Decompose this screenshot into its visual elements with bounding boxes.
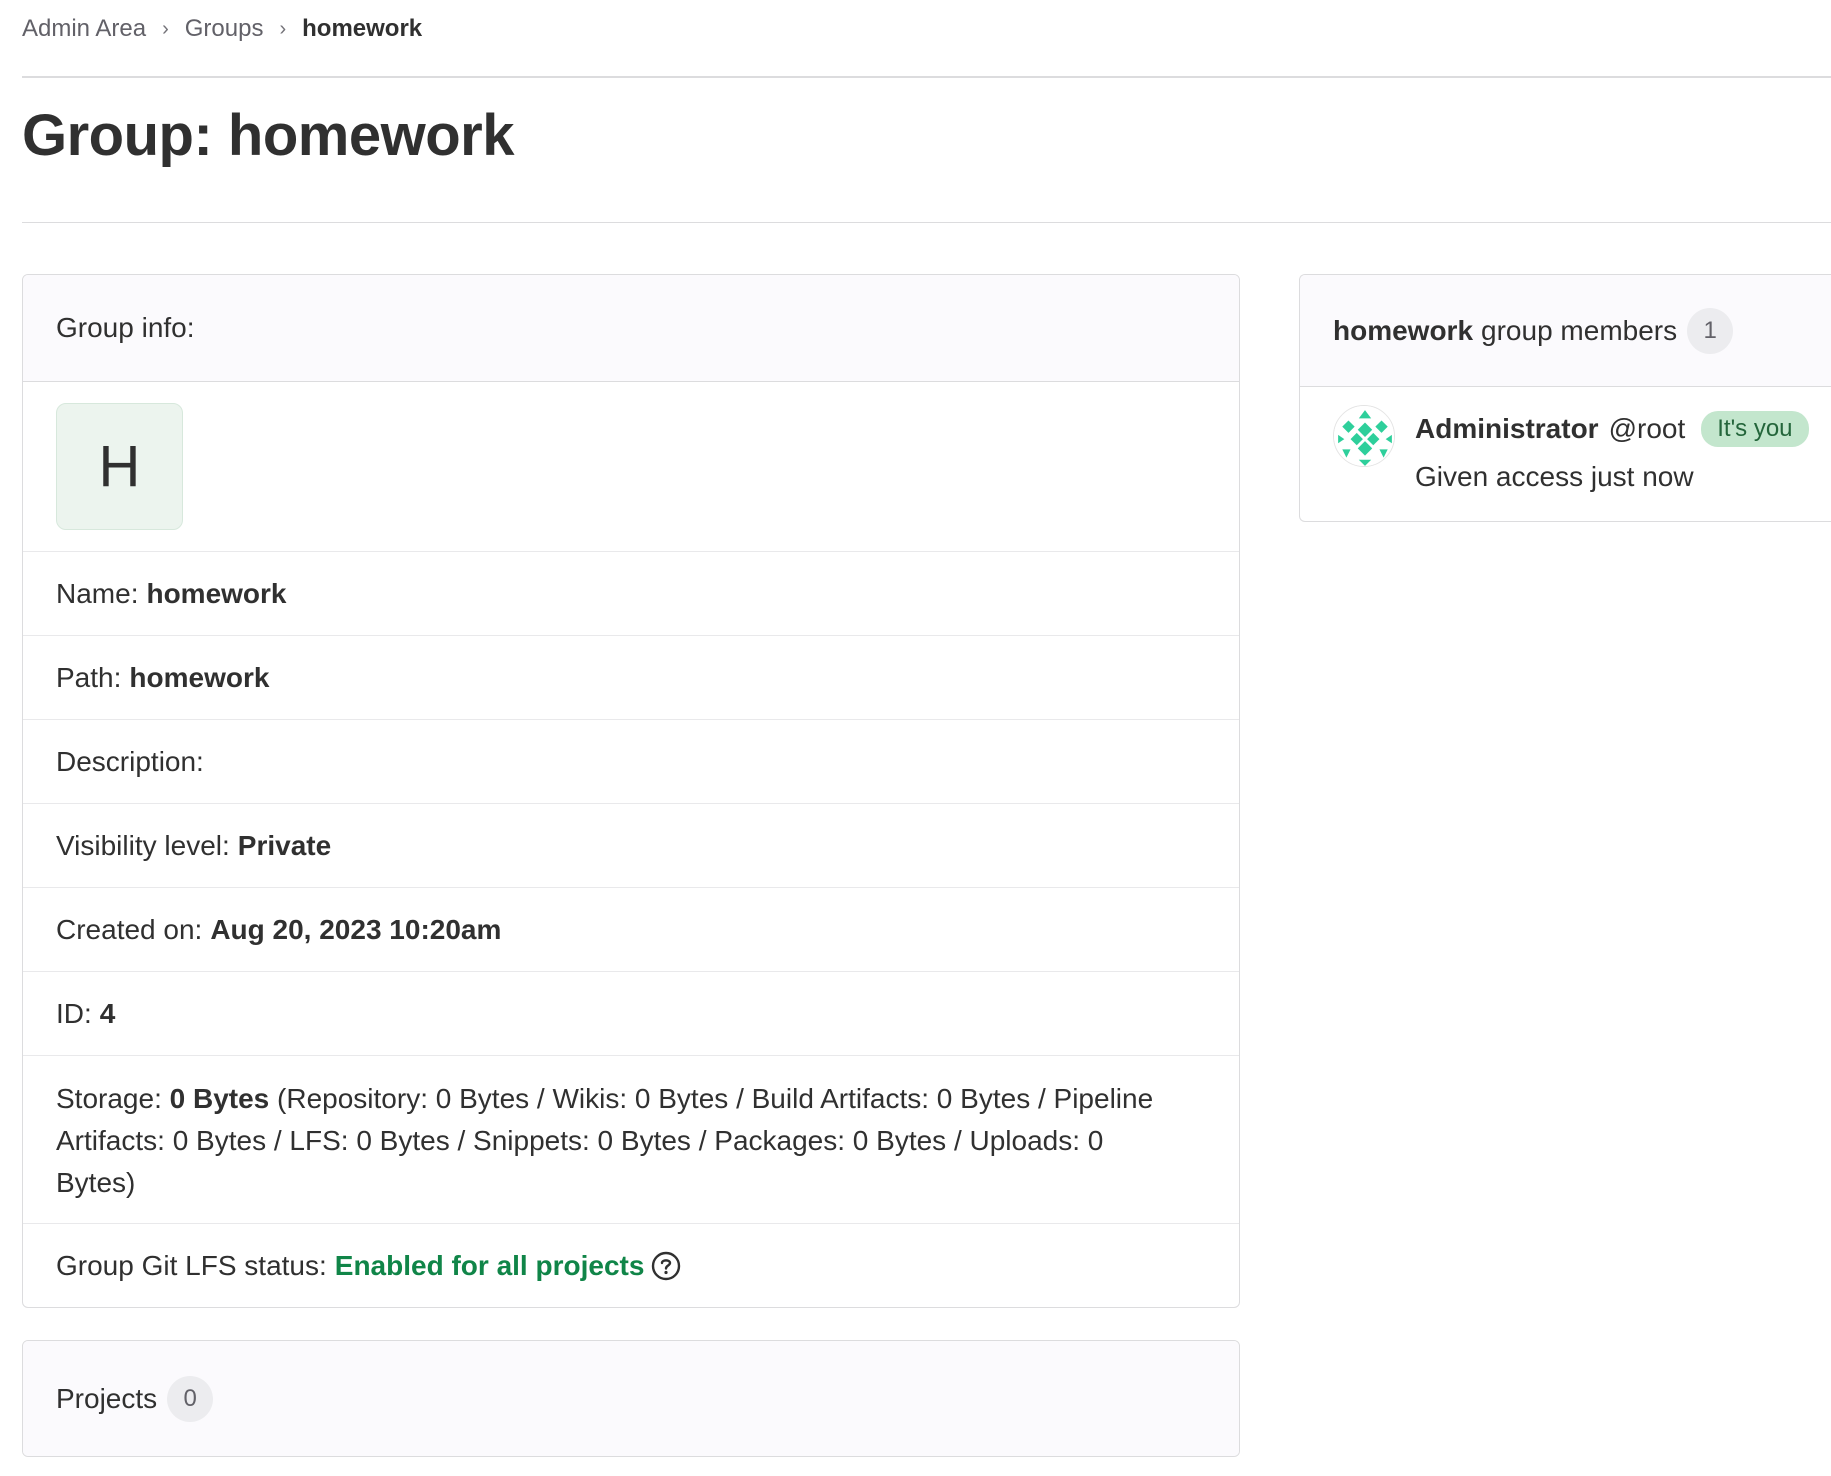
created-label: Created on: — [56, 913, 203, 945]
identicon-avatar-icon[interactable] — [1333, 405, 1395, 467]
name-value: homework — [146, 577, 287, 609]
visibility-value: Private — [237, 829, 332, 861]
lfs-status-value: Enabled for all projects — [334, 1250, 645, 1281]
member-access-text: Given access just now — [1415, 461, 1694, 492]
lfs-status-row: Group Git LFS status: Enabled for all pr… — [23, 1224, 1239, 1307]
divider — [22, 222, 1831, 223]
group-name-row: Name: homework — [23, 552, 1239, 636]
projects-header: Projects 0 — [23, 1341, 1239, 1456]
group-info-card: Group info: H Name: homework Path: homew… — [22, 274, 1240, 1308]
breadcrumb-groups[interactable]: Groups — [185, 15, 264, 43]
members-header: homework group members 1 — [1300, 275, 1831, 387]
id-row: ID: 4 — [23, 972, 1239, 1056]
lfs-label: Group Git LFS status: — [56, 1250, 327, 1281]
members-group-name: homework — [1333, 314, 1474, 346]
breadcrumb-current[interactable]: homework — [302, 15, 422, 43]
path-value: homework — [129, 661, 270, 693]
member-item: Administrator @root It's you Given acces… — [1300, 387, 1831, 521]
group-info-header: Group info: — [23, 275, 1239, 382]
page-title: Group: homework — [22, 103, 514, 168]
projects-label: Projects — [56, 1382, 158, 1414]
breadcrumb: Admin Area › Groups › homework — [22, 12, 422, 46]
group-members-card: homework group members 1 Administrator @… — [1299, 274, 1831, 522]
member-username: @root — [1608, 413, 1686, 444]
storage-row: Storage: 0 Bytes (Repository: 0 Bytes / … — [23, 1056, 1239, 1224]
path-label: Path: — [56, 661, 122, 693]
visibility-label: Visibility level: — [56, 829, 230, 861]
group-avatar-row: H — [23, 382, 1239, 552]
group-path-row: Path: homework — [23, 636, 1239, 720]
projects-count-badge: 0 — [167, 1375, 214, 1422]
id-label: ID: — [56, 997, 92, 1029]
storage-total: 0 Bytes — [169, 1083, 270, 1114]
admin-group-page: Admin Area › Groups › homework Group: ho… — [0, 0, 1831, 1476]
created-on-row: Created on: Aug 20, 2023 10:20am — [23, 888, 1239, 972]
projects-card: Projects 0 — [22, 1340, 1240, 1457]
member-name-link[interactable]: Administrator — [1415, 413, 1599, 445]
group-description-row: Description: — [23, 720, 1239, 804]
question-circle-icon[interactable] — [650, 1250, 682, 1282]
chevron-right-icon: › — [279, 17, 287, 40]
breadcrumb-admin-area[interactable]: Admin Area — [22, 15, 146, 43]
created-value: Aug 20, 2023 10:20am — [210, 913, 502, 945]
name-label: Name: — [56, 577, 139, 609]
visibility-row: Visibility level: Private — [23, 804, 1239, 888]
group-avatar: H — [56, 403, 183, 530]
storage-label: Storage: — [56, 1083, 162, 1114]
chevron-right-icon: › — [162, 17, 169, 40]
members-count-badge: 1 — [1687, 307, 1734, 354]
description-label: Description: — [56, 745, 204, 777]
divider — [22, 76, 1831, 78]
its-you-badge: It's you — [1701, 411, 1809, 447]
id-value: 4 — [99, 997, 116, 1029]
member-name-line: Administrator @root It's you — [1415, 411, 1809, 447]
members-header-suffix: group members — [1481, 314, 1678, 346]
